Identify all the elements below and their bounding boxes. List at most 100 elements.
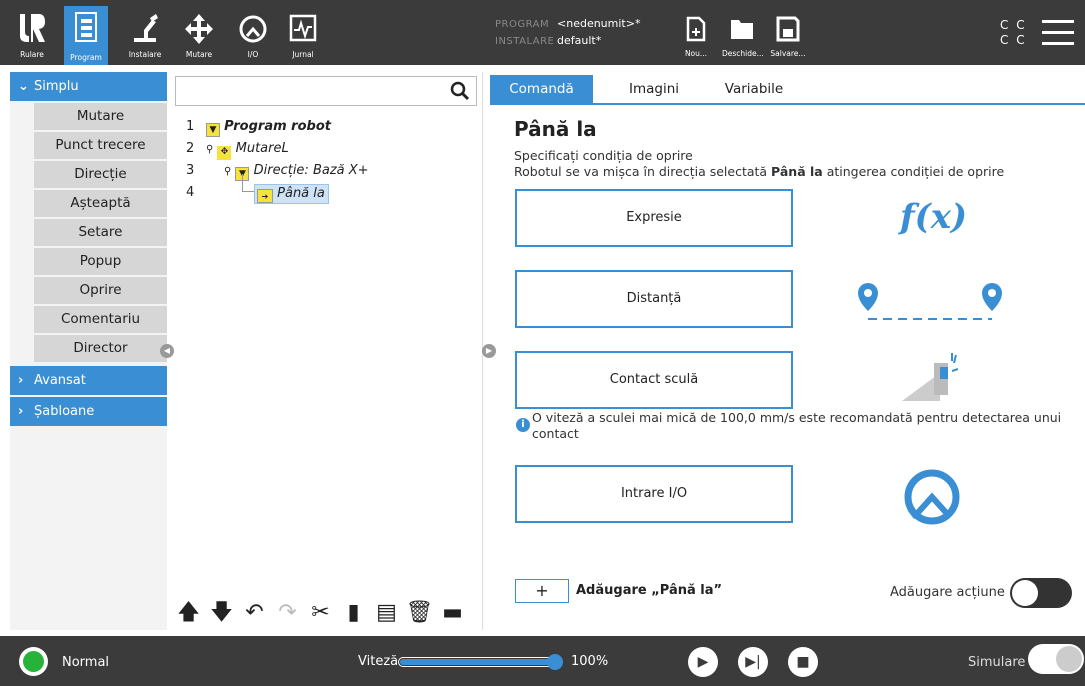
tab-imagini[interactable]: Imagini	[614, 75, 694, 103]
folder-icon	[731, 20, 753, 39]
program-tree-panel: 1 ▼ Program robot 2 ⚲ ✥ MutareL 3 ⚲ ▼ Di…	[172, 72, 483, 630]
nav-label-program: Program	[70, 53, 102, 62]
program-tree-icon	[75, 12, 97, 42]
add-until-button[interactable]: +	[515, 579, 569, 603]
until-command-panel: Până la Specificați condiția de oprire R…	[490, 105, 1085, 630]
nav-program[interactable]: Program	[64, 6, 108, 65]
step-button[interactable]: ▶|	[738, 647, 768, 677]
nav-instalare[interactable]: Instalare	[124, 8, 166, 62]
command-tabs: Comandă Imagini Variabile	[490, 75, 1085, 105]
speed-slider[interactable]	[398, 654, 563, 670]
category-avansat-label: Avansat	[34, 373, 86, 388]
new-file-label: Nou...	[684, 49, 708, 58]
toggle-knob	[1012, 580, 1038, 606]
add-action-label: Adăugare acțiune	[890, 585, 1005, 600]
sidebar-item-popup[interactable]: Popup	[34, 248, 167, 277]
delete-icon[interactable]: 🗑	[403, 596, 436, 630]
nav-io[interactable]: I/O	[232, 8, 274, 62]
intrare-io-button[interactable]: Intrare I/O	[515, 465, 793, 523]
nav-label-rulare: Rulare	[20, 50, 44, 59]
new-file-icon	[686, 16, 706, 42]
robot-status-text: Normal	[62, 655, 110, 670]
stop-button[interactable]: ■	[788, 647, 818, 677]
simulation-toggle[interactable]	[1028, 644, 1084, 674]
tree-line-number: 1	[186, 119, 195, 134]
suppress-icon[interactable]: ▬	[436, 596, 469, 630]
search-icon[interactable]	[450, 81, 470, 101]
distanta-button[interactable]: Distanță	[515, 270, 793, 328]
undo-icon[interactable]: ↶	[238, 596, 271, 630]
open-file-button[interactable]: Deschide...	[722, 14, 764, 62]
tree-line-4[interactable]: 4 ➔ Până la	[186, 174, 476, 204]
tree-search-field[interactable]	[175, 76, 477, 106]
sidebar-item-directie[interactable]: Direcție	[34, 161, 167, 190]
sidebar-item-mutare[interactable]: Mutare	[34, 103, 167, 132]
copy-icon[interactable]: ▮	[337, 596, 370, 630]
new-file-button[interactable]: Nou...	[676, 14, 716, 62]
expand-triangle-icon[interactable]: ▼	[206, 123, 220, 137]
tree-node-pana-la: Până la	[277, 186, 325, 201]
speed-label: Viteză	[358, 654, 399, 669]
category-simplu[interactable]: ⌄ Simplu	[10, 72, 167, 101]
tree-node-mutarel: MutareL	[235, 141, 289, 156]
category-simplu-label: Simplu	[34, 79, 79, 94]
move-arrows-icon	[185, 14, 213, 44]
tree-line-1[interactable]: 1 ▼ Program robot	[186, 118, 476, 137]
tree-node-program-robot: Program robot	[224, 119, 331, 134]
move-up-icon[interactable]: 🡅	[172, 596, 205, 630]
save-file-label: Salvare...	[770, 49, 806, 58]
tree-line-number: 2	[186, 141, 195, 156]
cc-bottom: C C	[1000, 33, 1027, 47]
nav-label-jurnal: Jurnal	[292, 50, 314, 59]
desc2-bold: Până la	[771, 164, 823, 179]
save-file-button[interactable]: Salvare...	[768, 14, 808, 62]
sidebar-item-oprire[interactable]: Oprire	[34, 277, 167, 306]
nav-jurnal[interactable]: Jurnal	[282, 8, 324, 62]
speed-slider-fill	[400, 659, 558, 665]
open-file-label: Deschide...	[722, 49, 764, 58]
sidebar-item-punct-trecere[interactable]: Punct trecere	[34, 132, 167, 161]
tree-line-2[interactable]: 2 ⚲ ✥ MutareL	[186, 140, 476, 160]
sidebar-item-setare[interactable]: Setare	[34, 219, 167, 248]
description-line-1: Specificați condiția de oprire	[514, 148, 693, 163]
desc2-post: atingerea condiției de oprire	[822, 164, 1005, 179]
speed-slider-thumb[interactable]	[547, 654, 563, 670]
chevron-right-icon: ›	[18, 373, 24, 388]
io-icon	[239, 15, 267, 43]
command-sidebar: ⌄ Simplu Mutare Punct trecere Direcție Aș…	[10, 72, 167, 630]
tree-toolbar: 🡅 🡇 ↶ ↷ ✂ ▮ ▤ 🗑 ▬	[172, 596, 483, 630]
program-info: PROGRAM <nedenumit>* INSTALARE default*	[495, 16, 640, 50]
move-node-icon: ✥	[217, 146, 232, 160]
contact-scula-button[interactable]: Contact sculă	[515, 351, 793, 409]
ur-logo-icon	[20, 14, 45, 42]
robot-status-icon[interactable]	[19, 647, 48, 676]
top-bar: Rulare Program Instalare Mutare I/O Jurn…	[0, 0, 1085, 65]
sidebar-item-director[interactable]: Director	[34, 335, 167, 364]
play-button[interactable]: ▶	[688, 647, 718, 677]
category-avansat[interactable]: › Avansat	[10, 366, 167, 395]
nav-mutare[interactable]: Mutare	[178, 8, 220, 62]
paste-icon[interactable]: ▤	[370, 596, 403, 630]
cut-icon[interactable]: ✂	[304, 596, 337, 630]
move-down-icon[interactable]: 🡇	[205, 596, 238, 630]
redo-icon[interactable]: ↷	[271, 596, 304, 630]
install-name: default*	[557, 34, 602, 47]
until-node-icon: ➔	[257, 189, 273, 203]
tab-comanda[interactable]: Comandă	[490, 75, 593, 105]
add-action-toggle[interactable]	[1010, 578, 1072, 608]
category-sabloane[interactable]: › Șabloane	[10, 397, 167, 426]
sidebar-item-asteapta[interactable]: Așteaptă	[34, 190, 167, 219]
tree-line-number: 3	[186, 163, 195, 178]
info-text: O viteză a sculei mai mică de 100,0 mm/s…	[532, 410, 1062, 441]
tab-variabile[interactable]: Variabile	[714, 75, 794, 103]
tree-node-directie: Direcție: Bază X+	[253, 163, 369, 178]
nav-label-mutare: Mutare	[185, 50, 213, 59]
hamburger-menu-icon[interactable]	[1042, 20, 1074, 46]
sidebar-item-comentariu[interactable]: Comentariu	[34, 306, 167, 335]
tree-line-3[interactable]: 3 ⚲ ▼ Direcție: Bază X+	[186, 162, 476, 181]
add-until-label: Adăugare „Până la”	[576, 583, 723, 598]
program-key: PROGRAM	[495, 19, 550, 30]
expresie-button[interactable]: Expresie	[515, 189, 793, 247]
io-input-icon	[904, 469, 960, 525]
ur-logo-nav[interactable]: Rulare	[12, 8, 52, 62]
